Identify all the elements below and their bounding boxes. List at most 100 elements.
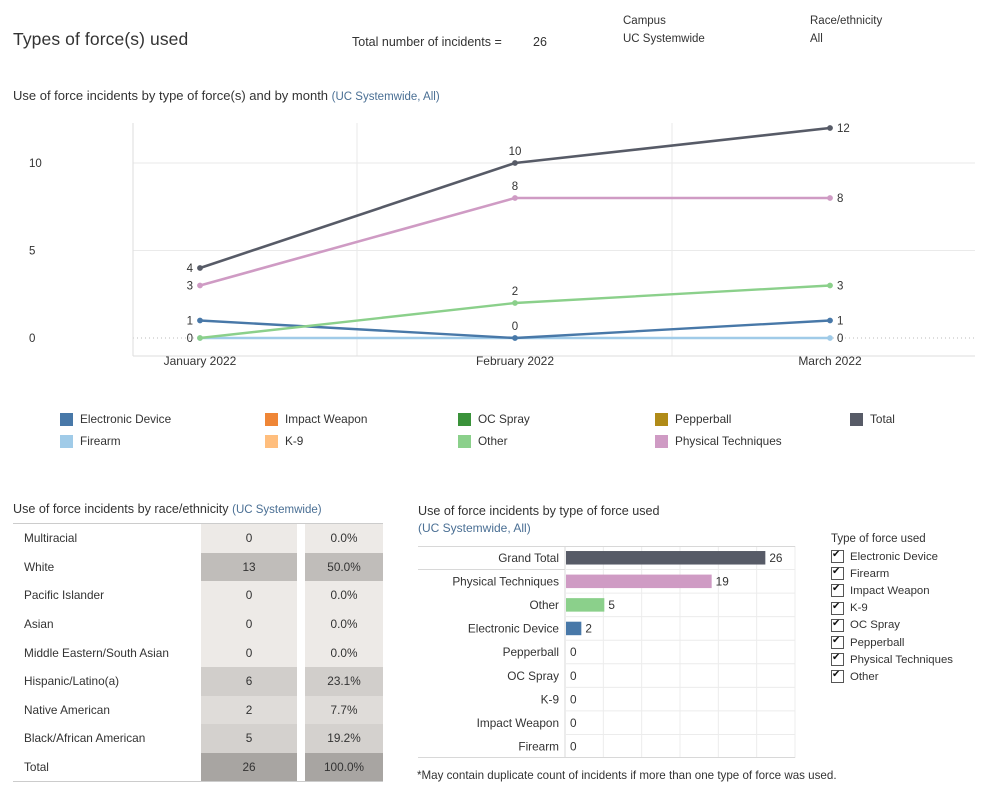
svg-text:0: 0 [512,321,518,333]
table-row[interactable]: Native American 2 7.7% [13,695,383,725]
force-filter-option-label: Electronic Device [850,550,938,563]
legend-item-impact-weapon[interactable]: Impact Weapon [265,412,367,426]
race-table-title-text: Use of force incidents by race/ethnicity [13,502,229,516]
total-incidents-value: 26 [533,35,547,49]
race-label-cell: Middle Eastern/South Asian [24,645,169,660]
svg-text:1: 1 [187,316,193,328]
checkbox-checked-icon[interactable] [831,600,844,615]
bar-chart-subtitle: (UC Systemwide, All) [418,520,531,535]
checkbox-checked-icon[interactable] [831,651,844,667]
svg-text:3: 3 [187,281,193,293]
svg-text:February 2022: February 2022 [476,354,554,368]
column-gap [193,609,201,639]
table-row[interactable]: White 13 50.0% [13,552,383,582]
checkbox-checked-icon[interactable] [831,668,844,684]
svg-text:0: 0 [187,333,193,345]
table-row[interactable]: Middle Eastern/South Asian 0 0.0% [13,638,383,667]
checkbox-checked-icon[interactable] [831,548,844,564]
svg-text:Physical Techniques: Physical Techniques [452,575,559,589]
race-label-cell: Total [24,760,49,775]
legend-item-total[interactable]: Total [850,412,895,426]
svg-text:5: 5 [29,246,35,258]
line-chart-legend: Electronic Device Firearm Impact Weapon K-9… [60,412,900,456]
table-row[interactable]: Hispanic/Latino(a) 6 23.1% [13,666,383,696]
svg-text:0: 0 [570,739,577,753]
svg-text:4: 4 [187,263,194,275]
column-gap [193,724,201,753]
svg-text:Firearm: Firearm [518,739,559,753]
race-count-cell: 13 [201,552,297,582]
force-filter-option-pepperball[interactable]: Pepperball [831,634,991,651]
force-filter-option-label: Pepperball [850,636,905,649]
column-gap [297,609,305,639]
svg-text:12: 12 [837,123,850,135]
race-percent-cell: 50.0% [305,552,383,582]
svg-text:8: 8 [512,181,518,193]
force-filter-caption: Type of force used [831,533,926,545]
force-filter-option-firearm[interactable]: Firearm [831,565,991,582]
legend-swatch-icon [60,412,73,426]
column-gap [297,752,305,782]
column-gap [193,581,201,610]
line-chart-subtitle: (UC Systemwide, All) [331,91,440,103]
line-chart[interactable]: 0 5 10 4 3 1 0 10 8 2 0 12 8 3 1 0 January 2022 February … [0,105,1000,370]
checkbox-checked-icon[interactable] [831,582,844,598]
svg-text:2: 2 [512,286,518,298]
legend-item-electronic-device[interactable]: Electronic Device [60,412,171,426]
legend-item-pepperball[interactable]: Pepperball [655,412,731,426]
force-filter-option-physical-techniques[interactable]: Physical Techniques [831,651,991,668]
table-row[interactable]: Multiracial 0 0.0% [13,523,383,553]
table-row[interactable]: Black/African American 5 19.2% [13,724,383,753]
race-table-subtitle: (UC Systemwide) [232,504,322,516]
race-count-cell: 5 [201,724,297,753]
race-ethnicity-section: Use of force incidents by race/ethnicity… [13,502,383,783]
force-filter-option-impact-weapon[interactable]: Impact Weapon [831,582,991,599]
column-gap [297,523,305,553]
force-filter-option-label: Firearm [850,567,890,580]
svg-text:0: 0 [570,669,577,683]
legend-item-k-9[interactable]: K-9 [265,434,303,448]
force-filter-option-label: Impact Weapon [850,584,930,597]
legend-swatch-icon [60,434,73,448]
svg-text:0: 0 [29,333,35,345]
column-gap [297,581,305,610]
svg-text:0: 0 [570,692,577,706]
table-row[interactable]: Pacific Islander 0 0.0% [13,581,383,610]
campus-filter-value[interactable]: UC Systemwide [623,33,705,45]
line-chart-title: Use of force incidents by type of force(… [13,88,440,103]
force-filter-options: Electronic Device Firearm Impact Weapon K-9… [831,548,991,686]
svg-text:3: 3 [837,281,843,293]
force-filter-option-other[interactable]: Other [831,668,991,685]
checkbox-checked-icon[interactable] [831,617,844,632]
campus-filter-label: Campus [623,15,666,27]
column-gap [297,724,305,753]
race-count-cell: 0 [201,523,297,553]
force-filter-option-oc-spray[interactable]: OC Spray [831,617,991,634]
checkbox-checked-icon[interactable] [831,634,844,650]
svg-text:2: 2 [585,622,592,636]
legend-item-other[interactable]: Other [458,434,508,448]
force-type-bar-chart[interactable]: Grand Total 26 Physical Techniques 19 Other 5… [418,546,833,758]
legend-item-firearm[interactable]: Firearm [60,434,121,448]
table-row[interactable]: Total 26 100.0% [13,752,383,782]
legend-item-oc-spray[interactable]: OC Spray [458,412,530,426]
race-percent-cell: 23.1% [305,666,383,696]
svg-text:Electronic Device: Electronic Device [468,622,560,636]
legend-item-label: Total [870,412,895,426]
legend-swatch-icon [655,412,668,426]
column-gap [193,552,201,582]
race-count-cell: 26 [201,752,297,782]
svg-text:26: 26 [769,551,783,565]
table-row[interactable]: Asian 0 0.0% [13,609,383,639]
force-filter-option-electronic-device[interactable]: Electronic Device [831,548,991,565]
checkbox-checked-icon[interactable] [831,565,844,581]
legend-swatch-icon [458,434,471,448]
legend-item-label: Firearm [80,434,121,448]
force-filter-option-k-9[interactable]: K-9 [831,600,991,617]
race-filter-value[interactable]: All [810,33,823,45]
legend-swatch-icon [265,434,278,448]
legend-item-physical-techniques[interactable]: Physical Techniques [655,434,782,448]
svg-text:Grand Total: Grand Total [498,551,559,565]
dashboard-page: Types of force(s) used Total number of i… [0,0,1000,800]
force-filter-option-label: Physical Techniques [850,653,953,666]
